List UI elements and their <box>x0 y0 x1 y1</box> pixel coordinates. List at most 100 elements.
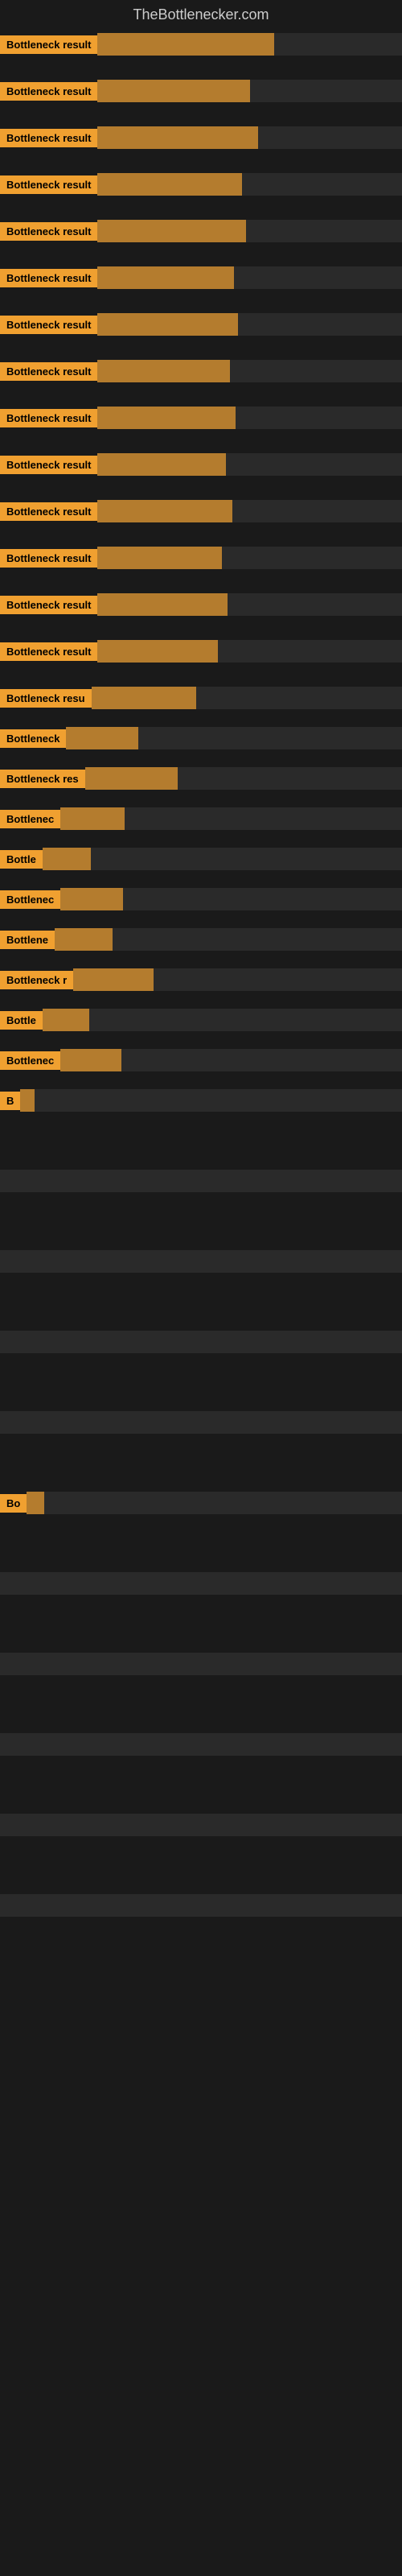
bottleneck-row: Bottleneck result <box>0 122 402 154</box>
bar-track <box>0 1814 402 1836</box>
bar-track <box>97 173 402 196</box>
bar-track <box>97 547 402 569</box>
bottleneck-label[interactable]: Bottleneck result <box>0 409 97 427</box>
bottleneck-label[interactable]: Bottleneck result <box>0 362 97 381</box>
bottleneck-row: Bottlenec <box>0 883 402 915</box>
bottleneck-row: Bottleneck result <box>0 448 402 481</box>
bar-track <box>92 687 402 709</box>
bar-track <box>55 928 402 951</box>
bar-fill <box>73 968 154 991</box>
bottleneck-label[interactable]: Bottleneck res <box>0 770 85 788</box>
bottleneck-label[interactable]: B <box>0 1092 20 1110</box>
bottleneck-row: Bottle <box>0 843 402 875</box>
bar-track <box>0 1894 402 1917</box>
bar-fill <box>97 500 232 522</box>
bottleneck-label[interactable]: Bottleneck result <box>0 642 97 661</box>
bar-fill <box>97 313 238 336</box>
bottleneck-label[interactable]: Bottleneck result <box>0 549 97 568</box>
bottleneck-label[interactable]: Bottleneck result <box>0 35 97 54</box>
bar-track <box>97 500 402 522</box>
bar-track <box>43 1009 402 1031</box>
bottleneck-label[interactable]: Bo <box>0 1494 27 1513</box>
bar-track <box>20 1089 402 1112</box>
bar-track <box>0 1411 402 1434</box>
bar-fill <box>60 888 123 910</box>
bar-fill <box>97 407 236 429</box>
bottleneck-row: Bottleneck res <box>0 762 402 795</box>
bar-track <box>97 313 402 336</box>
bar-track <box>97 33 402 56</box>
bottleneck-row: Bottlene <box>0 923 402 956</box>
bottleneck-label[interactable]: Bottleneck result <box>0 82 97 101</box>
bottleneck-row: Bottleneck result <box>0 168 402 200</box>
bar-fill <box>43 848 91 870</box>
bottleneck-label[interactable]: Bottleneck result <box>0 456 97 474</box>
bottleneck-row: Bottlenec <box>0 1044 402 1076</box>
bottleneck-label[interactable]: Bottleneck result <box>0 502 97 521</box>
bar-track <box>97 266 402 289</box>
bar-track <box>73 968 402 991</box>
bottleneck-row: Bottleneck r <box>0 964 402 996</box>
bottleneck-label[interactable]: Bottlene <box>0 931 55 949</box>
bottleneck-label[interactable]: Bottlenec <box>0 890 60 909</box>
bar-track <box>0 1250 402 1273</box>
bar-track <box>97 80 402 102</box>
bar-track <box>97 220 402 242</box>
bottleneck-label[interactable]: Bottleneck result <box>0 316 97 334</box>
bar-track <box>97 640 402 663</box>
bar-track <box>27 1492 402 1514</box>
bottleneck-label[interactable]: Bottlenec <box>0 810 60 828</box>
bottleneck-row: Bottleneck <box>0 722 402 754</box>
bar-fill <box>97 266 234 289</box>
bottleneck-label[interactable]: Bottleneck result <box>0 269 97 287</box>
bottleneck-row: Bottleneck resu <box>0 682 402 714</box>
bar-track <box>0 1653 402 1675</box>
bottleneck-label[interactable]: Bottleneck resu <box>0 689 92 708</box>
bottleneck-row <box>0 1326 402 1358</box>
bar-track <box>97 453 402 476</box>
bar-track <box>0 1733 402 1756</box>
bar-track <box>0 1331 402 1353</box>
bar-fill <box>66 727 138 749</box>
bottleneck-label[interactable]: Bottle <box>0 1011 43 1030</box>
bottleneck-row: Bottleneck result <box>0 262 402 294</box>
bar-fill <box>97 80 250 102</box>
bottleneck-label[interactable]: Bottlenec <box>0 1051 60 1070</box>
bottleneck-row <box>0 1889 402 1922</box>
bottleneck-row: Bottlenec <box>0 803 402 835</box>
bar-fill <box>20 1089 35 1112</box>
bar-track <box>60 1049 402 1071</box>
bottleneck-label[interactable]: Bottleneck result <box>0 596 97 614</box>
bar-fill <box>97 593 228 616</box>
bar-fill <box>85 767 178 790</box>
bottleneck-row: Bottleneck result <box>0 28 402 60</box>
bottleneck-row: Bottleneck result <box>0 588 402 621</box>
bar-fill <box>97 173 242 196</box>
bottleneck-label[interactable]: Bottleneck <box>0 729 66 748</box>
bar-fill <box>97 453 226 476</box>
bottleneck-row: Bottleneck result <box>0 308 402 341</box>
bar-fill <box>60 807 125 830</box>
bar-fill <box>97 220 246 242</box>
bottleneck-label[interactable]: Bottle <box>0 850 43 869</box>
bar-track <box>97 593 402 616</box>
bottleneck-row: Bottleneck result <box>0 215 402 247</box>
bottleneck-row <box>0 1567 402 1600</box>
bottleneck-row <box>0 1406 402 1439</box>
bar-track <box>97 407 402 429</box>
bottleneck-row: Bottle <box>0 1004 402 1036</box>
bottleneck-label[interactable]: Bottleneck result <box>0 175 97 194</box>
bar-fill <box>97 547 222 569</box>
bottleneck-row: Bottleneck result <box>0 635 402 667</box>
bottleneck-label[interactable]: Bottleneck r <box>0 971 73 989</box>
bar-track <box>66 727 402 749</box>
site-title: TheBottlenecker.com <box>0 0 402 28</box>
bar-fill <box>97 33 274 56</box>
bottleneck-label[interactable]: Bottleneck result <box>0 129 97 147</box>
bar-track <box>0 1572 402 1595</box>
bottleneck-row: Bottleneck result <box>0 75 402 107</box>
bar-fill <box>60 1049 121 1071</box>
bottleneck-row: Bottleneck result <box>0 542 402 574</box>
bottleneck-row <box>0 1648 402 1680</box>
bottleneck-label[interactable]: Bottleneck result <box>0 222 97 241</box>
